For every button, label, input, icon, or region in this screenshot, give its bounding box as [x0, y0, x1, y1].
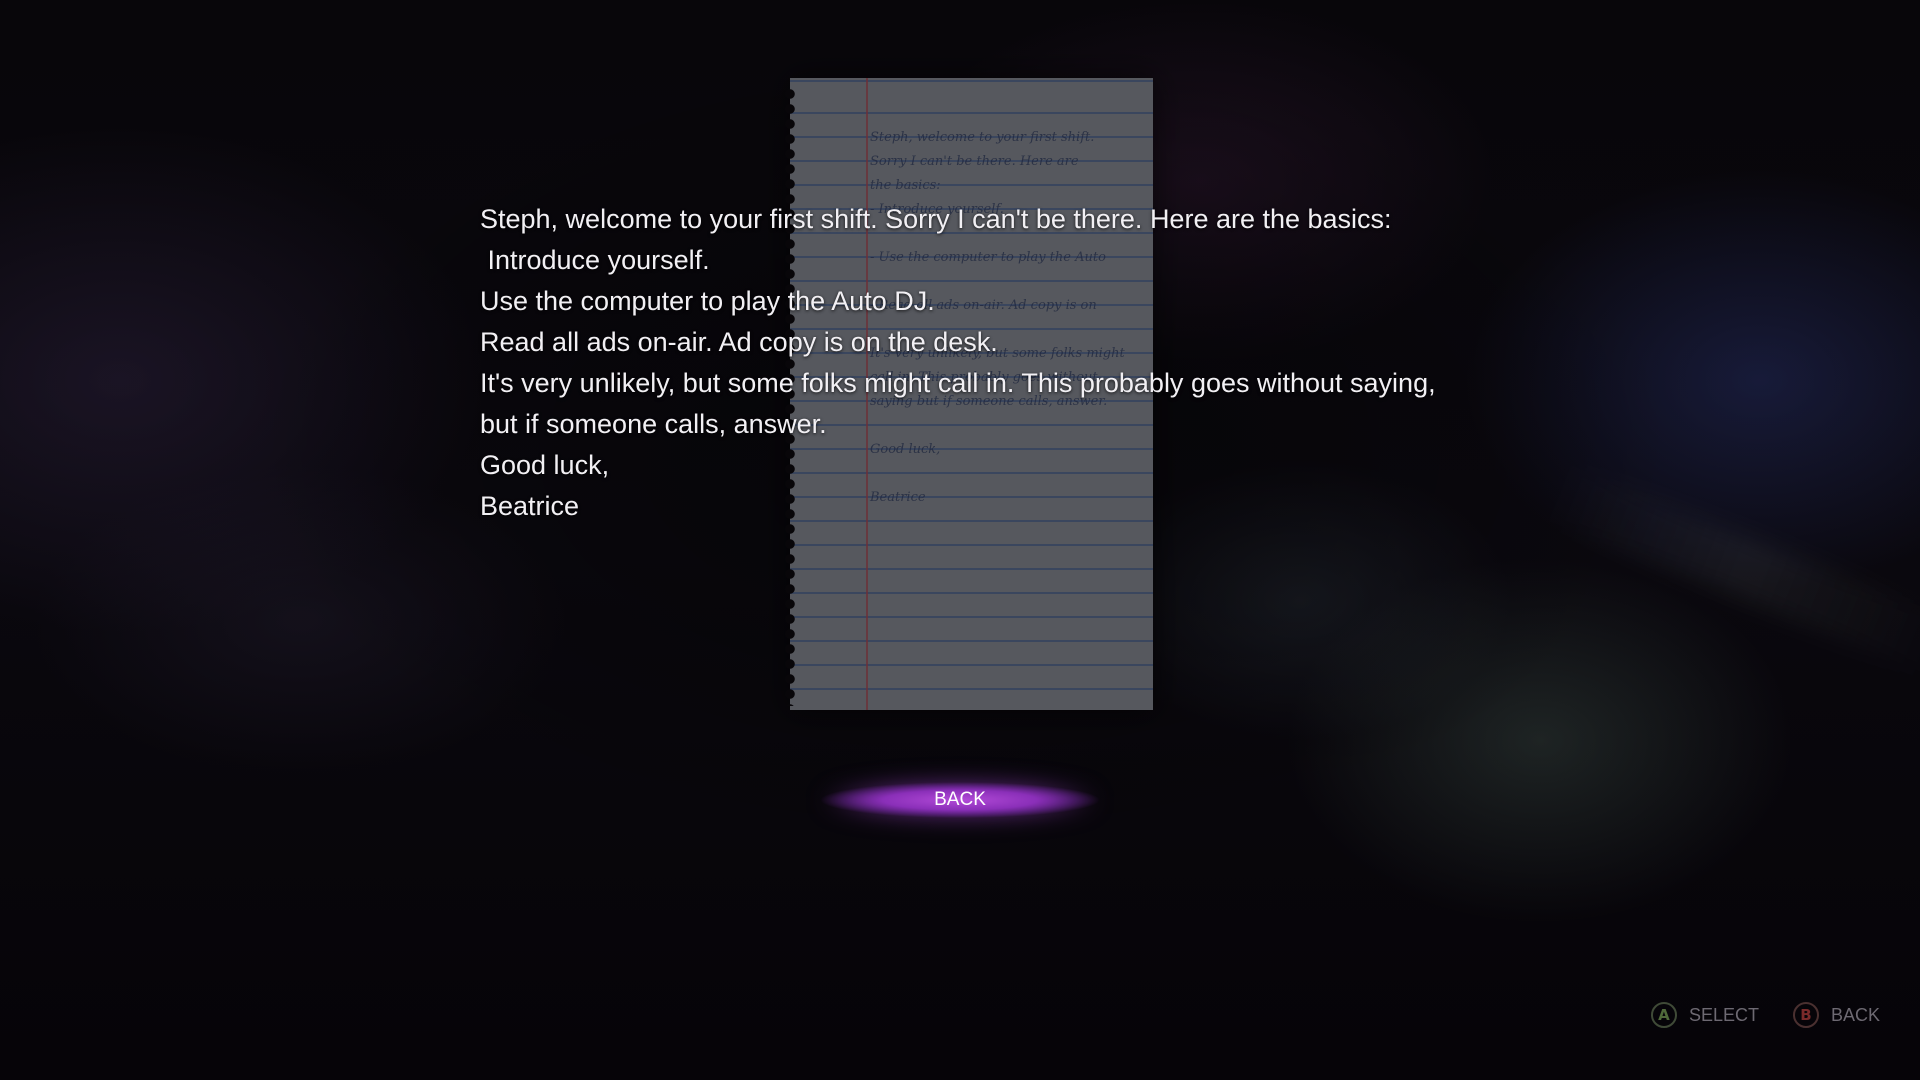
select-hint[interactable]: A SELECT — [1650, 1002, 1759, 1028]
back-hint[interactable]: B BACK — [1792, 1002, 1880, 1028]
a-button-icon: A — [1650, 1002, 1677, 1028]
select-hint-label: SELECT — [1688, 1004, 1759, 1025]
letter-line: Introduce yourself. — [480, 245, 710, 275]
b-button-icon: B — [1792, 1002, 1819, 1028]
letter-line: Steph, welcome to your first shift. Sorr… — [480, 204, 1392, 234]
letter-line: Good luck, — [480, 450, 610, 480]
back-button[interactable]: BACK — [820, 780, 1100, 820]
letter-transcript: Steph, welcome to your first shift. Sorr… — [480, 199, 1480, 527]
controller-hints: A SELECT B BACK — [1650, 1000, 1880, 1030]
back-hint-label: BACK — [1830, 1004, 1880, 1025]
letter-line: but if someone calls, answer. — [480, 409, 827, 439]
letter-line: It's very unlikely, but some folks might… — [480, 368, 1436, 398]
letter-signature: Beatrice — [480, 491, 580, 521]
background-light-streak — [1544, 463, 1920, 677]
game-scene: Steph, welcome to your first shift. Sorr… — [0, 0, 1920, 1080]
letter-line: Read all ads on-air. Ad copy is on the d… — [480, 327, 998, 357]
letter-line: Use the computer to play the Auto DJ. — [480, 286, 935, 316]
